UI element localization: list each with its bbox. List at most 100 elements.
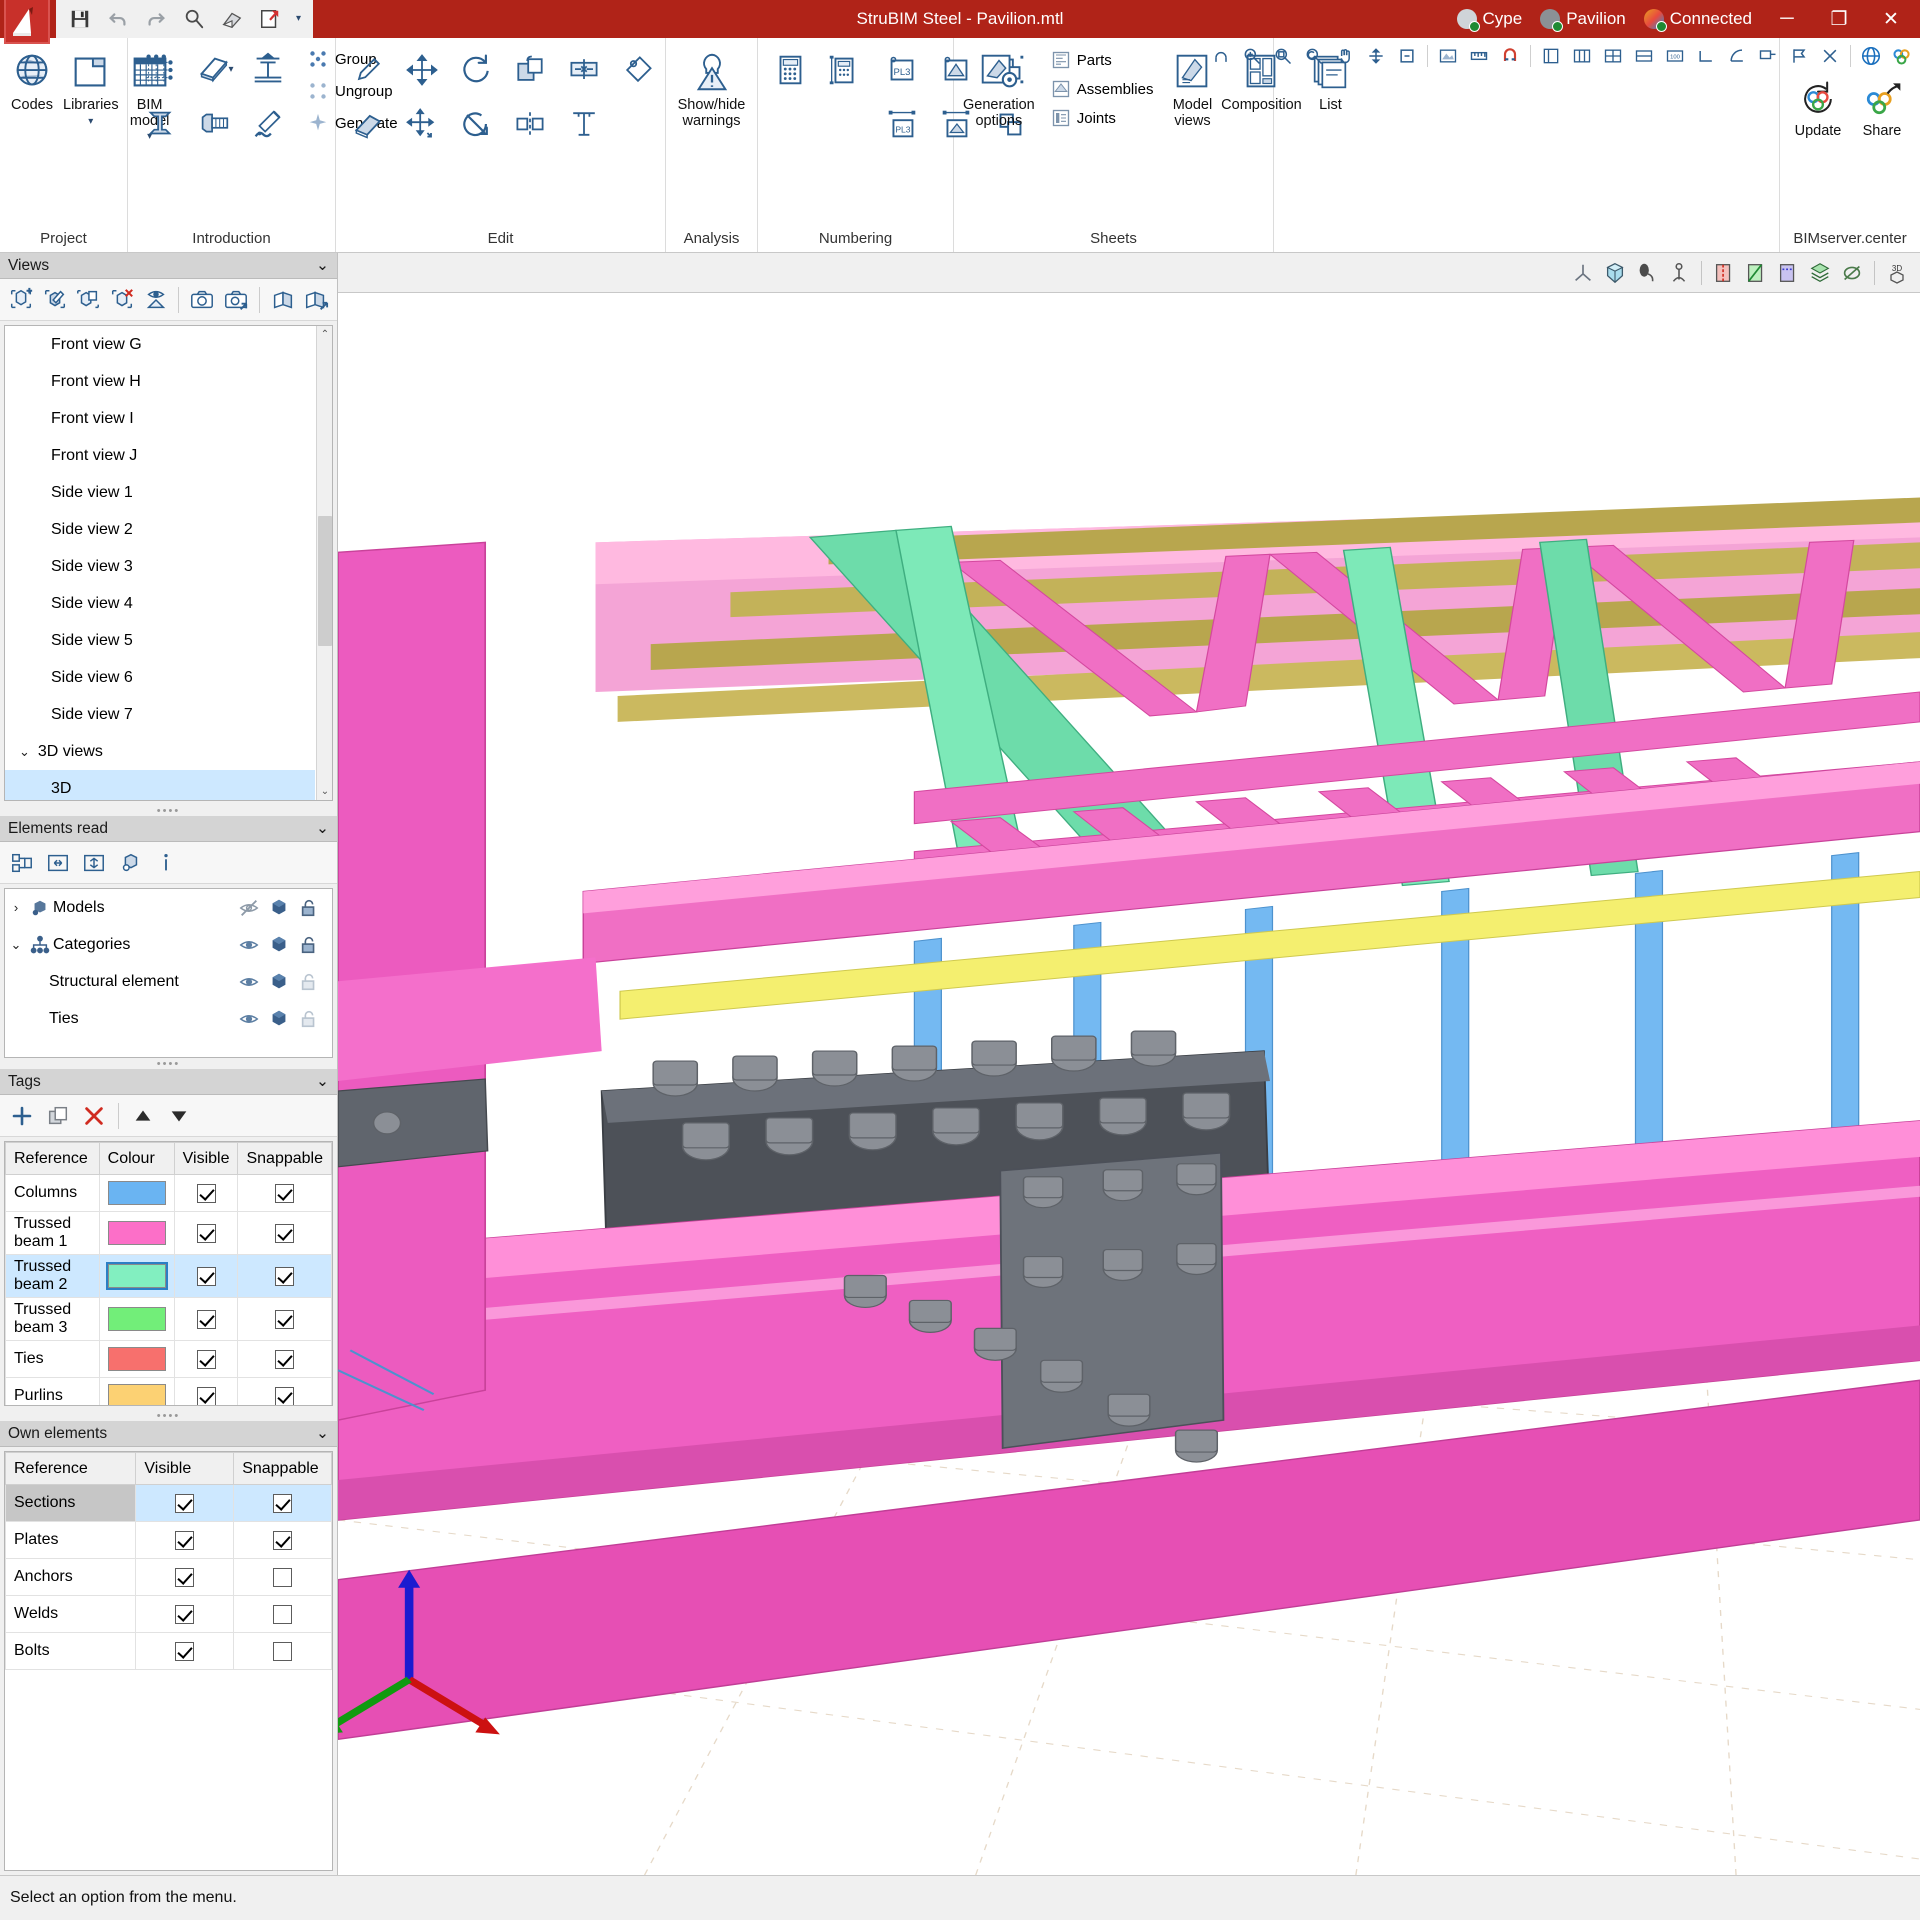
view-item-10[interactable]: Side view 7 [5, 696, 315, 733]
snappable-checkbox[interactable] [275, 1350, 294, 1369]
export-icon[interactable] [258, 7, 282, 31]
status-cype[interactable]: Cype [1451, 9, 1529, 29]
bolt-icon[interactable] [188, 98, 240, 150]
view-item-8[interactable]: Side view 5 [5, 622, 315, 659]
model-cube-icon[interactable] [114, 847, 146, 879]
plate-dropdown-caret[interactable]: ▾ [228, 65, 233, 75]
zoom-window-icon[interactable] [1269, 42, 1297, 70]
visible-checkbox[interactable] [197, 1224, 216, 1243]
delete-tag-icon[interactable] [78, 1100, 110, 1132]
table-row[interactable]: Trussed beam 1 [6, 1212, 332, 1255]
own-visible-cell[interactable] [136, 1485, 234, 1522]
own-snappable-cell[interactable] [234, 1633, 332, 1670]
symmetry-icon[interactable] [504, 98, 556, 150]
elements-read-tree[interactable]: › Models ⌄ Categories Structural ele [4, 888, 333, 1058]
own-visible-cell[interactable] [136, 1633, 234, 1670]
tag-snappable-cell[interactable] [238, 1298, 332, 1341]
visible-checkbox[interactable] [197, 1310, 216, 1329]
angle-icon[interactable] [1723, 42, 1751, 70]
chevron-down-icon[interactable]: ⌄ [5, 937, 27, 953]
plate-label-icon[interactable]: PL3 [876, 44, 928, 96]
chevron-right-icon[interactable]: › [5, 900, 27, 915]
view-item-9[interactable]: Side view 6 [5, 659, 315, 696]
cut-icon[interactable] [1816, 42, 1844, 70]
level-icon[interactable] [1692, 42, 1720, 70]
view-item-5[interactable]: Side view 2 [5, 511, 315, 548]
chevron-down-icon[interactable]: ⌄ [316, 1072, 329, 1091]
chevron-down-icon[interactable]: ⌄ [316, 819, 329, 838]
view-group-3d-views[interactable]: ⌄ 3D views [5, 733, 315, 770]
libraries-dropdown-caret[interactable]: ▾ [88, 117, 93, 127]
own-visible-cell[interactable] [136, 1522, 234, 1559]
snappable-checkbox[interactable] [273, 1605, 292, 1624]
tag-colour-cell[interactable] [99, 1341, 174, 1378]
3d-icon[interactable]: 3D [1882, 258, 1912, 288]
plate-label-dim-icon[interactable]: PL3 [876, 98, 928, 150]
snappable-checkbox[interactable] [273, 1494, 292, 1513]
i-beam-icon[interactable] [134, 98, 186, 150]
table-row[interactable]: Bolts [6, 1633, 332, 1670]
visible-checkbox[interactable] [175, 1605, 194, 1624]
colour-swatch[interactable] [108, 1307, 166, 1331]
label-icon[interactable] [1754, 42, 1782, 70]
snappable-checkbox[interactable] [275, 1310, 294, 1329]
maximize-button[interactable]: ❐ [1816, 0, 1862, 38]
visible-checkbox[interactable] [197, 1184, 216, 1203]
export-dropdown-caret[interactable]: ▾ [296, 14, 301, 24]
expand-elements-icon[interactable] [42, 847, 74, 879]
tag-visible-cell[interactable] [174, 1175, 238, 1212]
colour-swatch[interactable] [108, 1347, 166, 1371]
tree-row-structural-element[interactable]: Structural element [5, 963, 332, 1000]
tag-colour-cell[interactable] [99, 1175, 174, 1212]
own-visible-cell[interactable] [136, 1596, 234, 1633]
update-button[interactable]: Update [1787, 72, 1849, 145]
tag-colour-cell[interactable] [99, 1378, 174, 1407]
copy-icon[interactable] [504, 44, 556, 96]
snappable-checkbox[interactable] [273, 1642, 292, 1661]
move-down-icon[interactable] [163, 1100, 195, 1132]
table-row[interactable]: Sections [6, 1485, 332, 1522]
snappable-checkbox[interactable] [273, 1568, 292, 1587]
info-icon[interactable] [150, 847, 182, 879]
tag-snappable-cell[interactable] [238, 1212, 332, 1255]
eraser-edit-icon[interactable] [342, 98, 394, 150]
table-row[interactable]: Anchors [6, 1559, 332, 1596]
own-snappable-cell[interactable] [234, 1559, 332, 1596]
own-snappable-cell[interactable] [234, 1485, 332, 1522]
status-project[interactable]: Pavilion [1534, 9, 1632, 29]
eraser-icon[interactable] [220, 7, 244, 31]
solid-view-icon[interactable] [1600, 258, 1630, 288]
section-red-icon[interactable] [1709, 258, 1739, 288]
visible-checkbox[interactable] [175, 1494, 194, 1513]
open-book-arrow-icon[interactable] [301, 284, 331, 316]
table-row[interactable]: Trussed beam 2 [6, 1255, 332, 1298]
zoom-all-icon[interactable] [1238, 42, 1266, 70]
tag-snappable-cell[interactable] [238, 1175, 332, 1212]
duplicate-tag-icon[interactable] [42, 1100, 74, 1132]
chevron-down-icon[interactable]: ⌄ [316, 1424, 329, 1443]
share-color-icon[interactable] [1888, 42, 1916, 70]
zoom-in-icon[interactable] [1362, 42, 1390, 70]
3d-model-canvas[interactable] [338, 293, 1920, 1875]
collapse-elements-icon[interactable] [78, 847, 110, 879]
view-item-6[interactable]: Side view 3 [5, 548, 315, 585]
table-row[interactable]: Welds [6, 1596, 332, 1633]
move-copy-icon[interactable] [396, 98, 448, 150]
tag-visible-cell[interactable] [174, 1341, 238, 1378]
lock-toggle-icon[interactable] [294, 935, 324, 955]
panel-resize-grip[interactable]: •••• [0, 805, 337, 816]
tag-snappable-cell[interactable] [238, 1378, 332, 1407]
visibility-view-icon[interactable] [141, 284, 171, 316]
camera-icon[interactable] [187, 284, 217, 316]
chevron-down-icon[interactable]: ⌄ [316, 256, 329, 275]
view-rotate-icon[interactable] [1207, 42, 1235, 70]
layers-icon[interactable] [1805, 258, 1835, 288]
visibility-toggle-icon[interactable] [234, 971, 264, 993]
snappable-checkbox[interactable] [275, 1184, 294, 1203]
snappable-checkbox[interactable] [273, 1531, 292, 1550]
scroll-thumb[interactable] [318, 516, 332, 646]
add-tag-icon[interactable] [6, 1100, 38, 1132]
snappable-checkbox[interactable] [275, 1224, 294, 1243]
layout-5-icon[interactable]: 100 [1661, 42, 1689, 70]
table-row[interactable]: Trussed beam 3 [6, 1298, 332, 1341]
